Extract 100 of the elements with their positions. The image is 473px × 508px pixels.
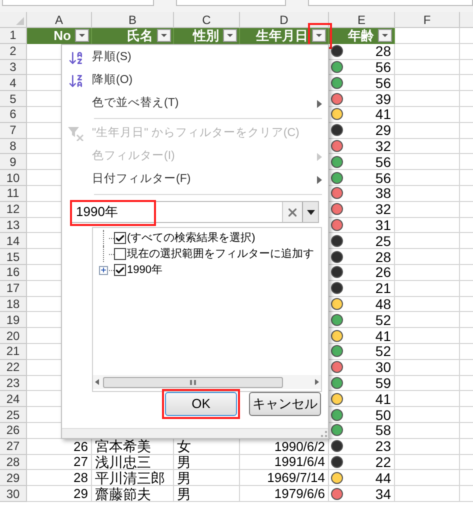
table-cell: 59 xyxy=(375,376,391,390)
row-number: 23 xyxy=(6,376,20,389)
table-cell: 28 xyxy=(375,250,391,264)
table-cell: 21 xyxy=(375,281,391,296)
caret-icon xyxy=(382,34,388,38)
column-letter: F xyxy=(423,12,431,28)
filter-button[interactable] xyxy=(75,29,89,42)
dialog-button[interactable]: キャンセル xyxy=(249,392,321,416)
dialog-button[interactable]: OK xyxy=(165,392,237,416)
row-number: 14 xyxy=(6,234,20,247)
row-number: 9 xyxy=(10,156,16,168)
table-cell: 28 xyxy=(375,44,391,58)
table-cell: 41 xyxy=(375,107,391,122)
list-item[interactable]: 現在の選択範囲をフィルターに追加す xyxy=(127,246,314,262)
row-number: 8 xyxy=(10,140,16,152)
scroll-left-icon[interactable] xyxy=(95,379,99,385)
dropdown-arrow-icon[interactable] xyxy=(306,210,314,214)
table-cell: 男 xyxy=(177,486,191,500)
header-cell: 性別 xyxy=(174,28,240,44)
table-cell: 26 xyxy=(375,265,391,280)
table-cell: 58 xyxy=(375,423,391,438)
menu-item[interactable]: 色で並べ替え(T) xyxy=(62,92,328,115)
row-number: 3 xyxy=(10,60,16,73)
table-cell: 27 xyxy=(74,455,88,468)
row-number: 16 xyxy=(6,266,20,278)
header-cell: 年齢 xyxy=(329,28,395,44)
table-cell: 25 xyxy=(375,234,391,248)
filter-button[interactable] xyxy=(312,29,326,42)
menu-item[interactable]: 降順(O) xyxy=(62,69,328,92)
header-cell: 氏名 xyxy=(92,28,174,44)
filter-button[interactable] xyxy=(378,29,392,42)
row-number: 25 xyxy=(6,408,20,421)
table-cell: 22 xyxy=(375,454,391,469)
column-letter: E xyxy=(357,12,366,28)
table-cell: 56 xyxy=(375,170,391,185)
table-cell: 52 xyxy=(375,344,391,358)
table-cell: 男 xyxy=(177,470,191,485)
row-number: 28 xyxy=(6,456,20,468)
list-item[interactable]: 1990年 xyxy=(127,262,162,278)
table-cell: 34 xyxy=(375,486,391,500)
expand-icon[interactable] xyxy=(98,266,108,274)
table-cell: 31 xyxy=(375,218,391,232)
table-cell: 1990/6/2 xyxy=(274,440,325,453)
table-cell: 41 xyxy=(375,392,391,406)
row-number: 20 xyxy=(6,330,20,342)
row-number: 12 xyxy=(6,203,20,216)
filter-button[interactable] xyxy=(223,29,237,42)
caret-icon xyxy=(161,34,167,38)
row-number: 6 xyxy=(10,108,16,120)
column-letter: C xyxy=(202,12,211,28)
row-number: 13 xyxy=(6,218,20,231)
caret-icon xyxy=(227,34,233,38)
table-cell: 32 xyxy=(375,202,391,216)
table-cell: 29 xyxy=(74,487,88,500)
table-cell: 50 xyxy=(375,408,391,422)
row-number: 26 xyxy=(6,424,20,436)
sort-descending-icon xyxy=(68,72,84,88)
column-letter: A xyxy=(54,12,63,28)
table-cell: 41 xyxy=(375,328,391,343)
row-number: 30 xyxy=(6,488,20,500)
caret-icon xyxy=(79,34,85,38)
table-cell: 56 xyxy=(375,60,391,74)
scroll-right-icon[interactable] xyxy=(315,379,319,385)
table-cell: 齋藤節夫 xyxy=(95,486,151,500)
table-cell: 38 xyxy=(375,186,391,200)
clear-filter-icon xyxy=(68,126,84,140)
column-letter: D xyxy=(280,12,288,28)
header-cell: No xyxy=(27,28,92,44)
caret-icon xyxy=(316,34,322,38)
checkbox[interactable] xyxy=(114,232,126,244)
menu-item[interactable]: 昇順(S) xyxy=(62,46,328,69)
table-cell: 1979/6/6 xyxy=(274,487,325,500)
table-cell: 浅川忠三 xyxy=(95,454,151,469)
table-cell: 男 xyxy=(177,454,191,469)
row-number: 2 xyxy=(10,45,16,58)
table-cell: 56 xyxy=(375,154,391,169)
resize-grip-icon[interactable] xyxy=(321,431,327,437)
checkbox[interactable] xyxy=(114,248,126,260)
row-number: 1 xyxy=(10,29,16,42)
clear-icon[interactable] xyxy=(286,206,299,218)
table-cell: 56 xyxy=(375,76,391,90)
menu-item[interactable]: 日付フィルター(F) xyxy=(62,168,328,191)
list-item[interactable]: (すべての検索結果を選択) xyxy=(127,230,256,246)
filter-button[interactable] xyxy=(157,29,171,42)
table-cell: 44 xyxy=(375,470,391,485)
table-cell: 平川清三郎 xyxy=(95,470,165,485)
row-number: 21 xyxy=(6,345,20,358)
table-cell: 女 xyxy=(177,439,191,454)
row-number: 5 xyxy=(10,92,16,105)
column-letter: B xyxy=(128,12,136,28)
row-number: 19 xyxy=(6,314,20,326)
row-number: 17 xyxy=(6,282,20,294)
row-number: 4 xyxy=(10,76,16,89)
search-field[interactable]: 1990年 xyxy=(71,201,319,223)
table-cell: 52 xyxy=(375,312,391,327)
table-cell: 29 xyxy=(375,123,391,138)
horizontal-scrollbar[interactable] xyxy=(93,375,321,389)
checkbox[interactable] xyxy=(114,264,126,276)
table-cell: 23 xyxy=(375,439,391,454)
row-number: 29 xyxy=(6,472,20,484)
